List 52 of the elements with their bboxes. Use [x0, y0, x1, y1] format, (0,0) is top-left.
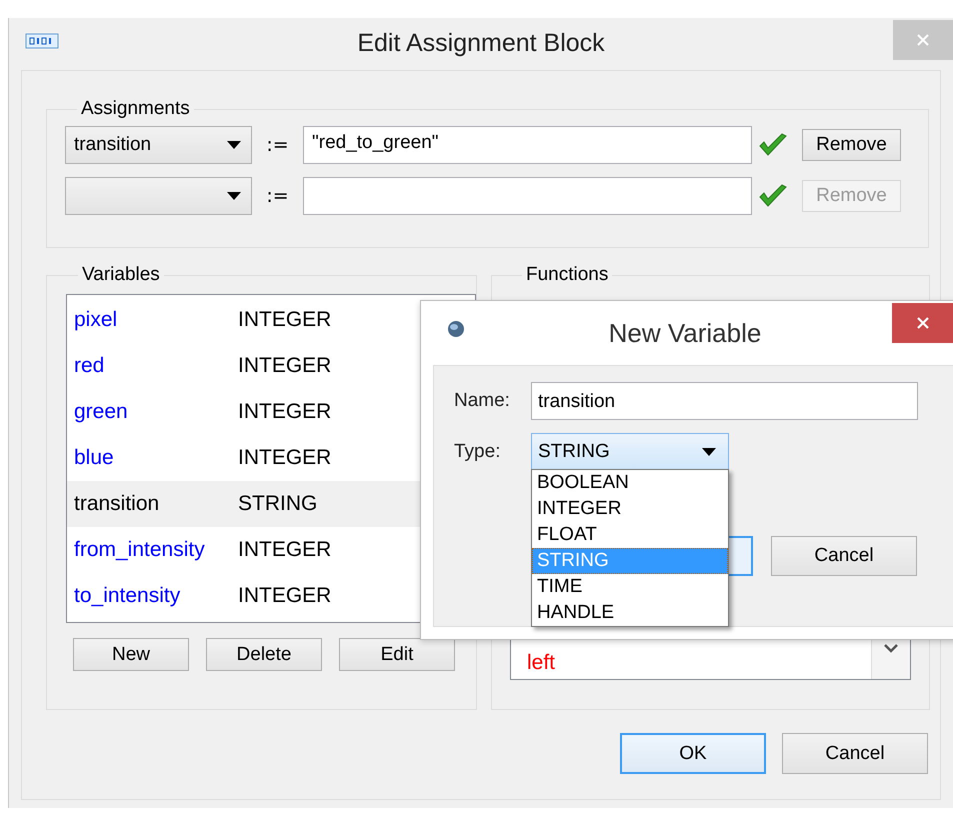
variable-type: INTEGER — [238, 538, 332, 562]
dialog-button[interactable]: Cancel — [782, 733, 928, 774]
expression-field[interactable] — [303, 177, 752, 215]
variable-name: from_intensity — [74, 538, 206, 562]
function-item[interactable]: left — [527, 651, 871, 675]
group-label: Functions — [525, 264, 610, 286]
variable-name: red — [74, 354, 106, 378]
variable-dropdown[interactable]: transition — [65, 126, 252, 164]
variable-name: to_intensity — [74, 584, 182, 608]
variable-name: green — [74, 400, 129, 424]
assign-operator: := — [265, 134, 290, 156]
variable-type: INTEGER — [238, 354, 332, 378]
group-label: Assignments — [80, 98, 191, 120]
cancel-button[interactable]: Cancel — [771, 536, 917, 576]
type-option[interactable]: BOOLEAN — [532, 470, 728, 496]
type-option[interactable]: FLOAT — [532, 522, 728, 548]
close-button[interactable] — [892, 303, 953, 343]
dialog-button[interactable]: OK — [620, 733, 766, 774]
binary-app-icon — [25, 33, 59, 49]
variable-name: blue — [74, 446, 115, 470]
field-label: Name: — [454, 390, 511, 412]
expression-field[interactable]: "red_to_green" — [303, 126, 752, 164]
close-button[interactable] — [893, 20, 953, 60]
variable-type: STRING — [238, 492, 318, 516]
close-icon — [915, 32, 931, 48]
remove-button[interactable]: Remove — [802, 129, 901, 161]
variable-type: INTEGER — [238, 308, 332, 332]
assign-operator: := — [265, 185, 290, 207]
type-option[interactable]: TIME — [532, 574, 728, 600]
caret-icon — [227, 141, 241, 149]
variable-name: transition — [74, 492, 160, 516]
variable-button[interactable]: New — [73, 638, 189, 671]
globe-icon — [445, 318, 467, 340]
variable-name: pixel — [74, 308, 118, 332]
name-field[interactable]: transition — [531, 382, 918, 420]
caret-icon — [227, 192, 241, 200]
variable-type: INTEGER — [238, 584, 332, 608]
variable-dropdown[interactable] — [65, 177, 252, 215]
type-option[interactable]: INTEGER — [532, 496, 728, 522]
group-label: Variables — [81, 264, 161, 286]
variable-button[interactable]: Edit — [339, 638, 455, 671]
variable-type: INTEGER — [238, 446, 332, 470]
caret-icon — [702, 448, 716, 456]
variable-type: INTEGER — [238, 400, 332, 424]
chevron-down-icon — [884, 643, 898, 653]
type-dropdown[interactable]: STRING — [531, 433, 729, 471]
close-icon — [915, 315, 931, 331]
field-label: Type: — [454, 441, 502, 463]
type-option[interactable]: HANDLE — [532, 600, 728, 626]
window-title: Edit Assignment Block — [357, 28, 605, 58]
variable-button[interactable]: Delete — [206, 638, 322, 671]
dialog-title: New Variable — [608, 318, 762, 348]
